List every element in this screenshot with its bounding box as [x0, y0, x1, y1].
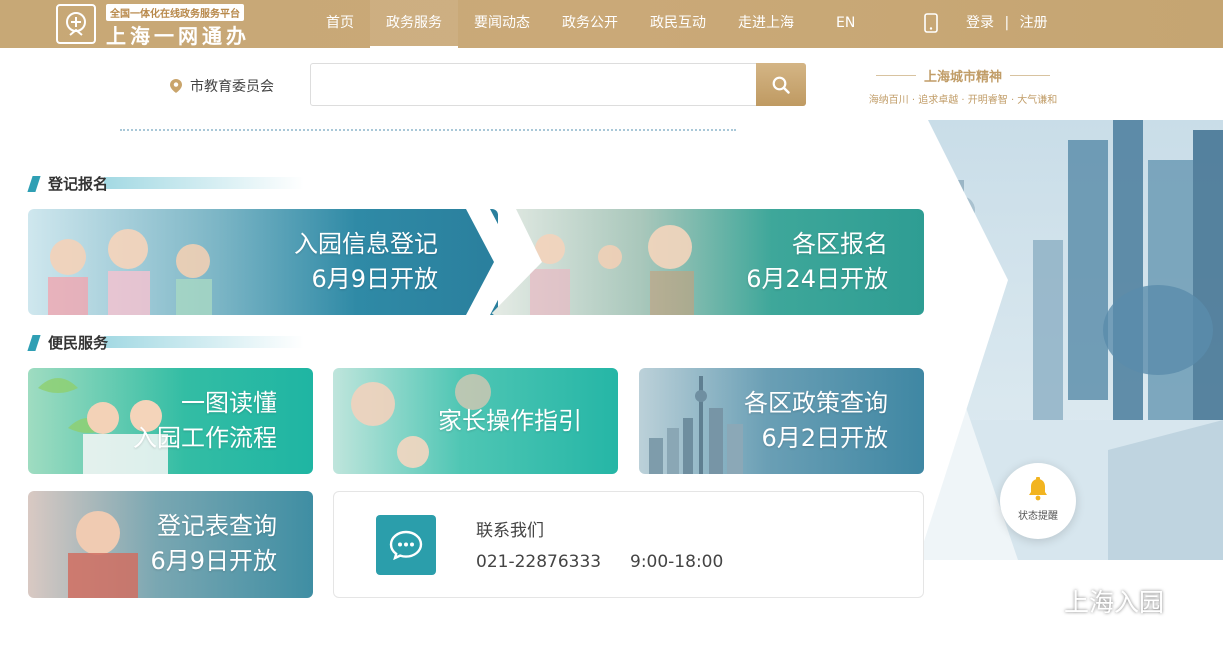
dotted-divider	[120, 129, 736, 131]
contact-label: 联系我们	[476, 521, 544, 541]
search-icon	[772, 76, 790, 94]
nav-gov-open[interactable]: 政务公开	[546, 0, 634, 48]
chat-bubble-icon	[376, 515, 436, 575]
wechat-icon	[1008, 582, 1054, 618]
top-header: 全国一体化在线政务服务平台 上海一网通办 首页 政务服务 要闻动态 政务公开 政…	[0, 0, 1223, 48]
status-reminder-button[interactable]: 状态提醒	[1000, 463, 1076, 539]
form-query-title: 登记表查询	[157, 512, 277, 540]
district-signup-title: 各区报名	[792, 230, 888, 258]
parent-guide-title: 家长操作指引	[438, 407, 582, 435]
district-signup-date: 6月24日开放	[746, 265, 888, 293]
status-reminder-label: 状态提醒	[1018, 511, 1058, 522]
language-switch[interactable]: EN	[836, 0, 855, 46]
city-spirit-title: 上海城市精神	[923, 70, 1002, 85]
platform-tag: 全国一体化在线政务服务平台	[106, 4, 244, 21]
contact-hours: 9:00-18:00	[630, 552, 724, 572]
auth-separator: |	[1004, 15, 1010, 31]
process-guide-title: 一图读懂	[181, 389, 277, 417]
city-spirit-subtitle: 海纳百川 · 追求卓越 · 开明睿智 · 大气谦和	[868, 95, 1058, 106]
city-spirit: 上海城市精神 海纳百川 · 追求卓越 · 开明睿智 · 大气谦和	[856, 66, 1070, 106]
search-input[interactable]	[311, 64, 757, 105]
nav-gov-service[interactable]: 政务服务	[370, 0, 458, 48]
district-policy-card[interactable]: 各区政策查询 6月2日开放	[639, 368, 924, 474]
parent-guide-card[interactable]: 家长操作指引	[333, 368, 618, 474]
nav-shanghai[interactable]: 走进上海	[722, 0, 810, 48]
contact-phone: 021-22876333	[476, 552, 602, 572]
district-signup-card[interactable]: 各区报名 6月24日开放	[490, 209, 924, 315]
watermark: 上海入园	[1006, 582, 1164, 620]
district-policy-title: 各区政策查询	[744, 389, 888, 417]
entry-info-title: 入园信息登记	[294, 230, 438, 258]
contact-card[interactable]: 联系我们 021-22876333 9:00-18:00	[333, 491, 924, 598]
register-link[interactable]: 注册	[1020, 15, 1048, 31]
process-guide-subtitle: 入园工作流程	[133, 424, 277, 452]
district-policy-date: 6月2日开放	[761, 424, 888, 452]
mobile-icon[interactable]	[924, 13, 938, 33]
entry-info-register-card[interactable]: 入园信息登记 6月9日开放	[28, 209, 498, 315]
login-link[interactable]: 登录	[966, 15, 994, 31]
location-label: 市教育委员会	[190, 79, 274, 95]
form-query-card[interactable]: 登记表查询 6月9日开放	[28, 491, 313, 598]
location-pin-icon	[170, 79, 182, 93]
main-nav: 首页 政务服务 要闻动态 政务公开 政民互动 走进上海	[310, 0, 810, 48]
location-selector[interactable]: 市教育委员会	[170, 76, 274, 96]
entry-info-date: 6月9日开放	[311, 265, 438, 293]
auth-links: 登录 | 注册	[966, 0, 1048, 46]
watermark-text: 上海入园	[1064, 588, 1165, 617]
search-button[interactable]	[756, 63, 806, 106]
bell-icon	[1029, 477, 1047, 501]
form-query-date: 6月9日开放	[150, 547, 277, 575]
process-guide-card[interactable]: 一图读懂 入园工作流程	[28, 368, 313, 474]
logo-icon[interactable]	[56, 4, 96, 44]
site-name[interactable]: 上海一网通办	[106, 20, 250, 49]
nav-news[interactable]: 要闻动态	[458, 0, 546, 48]
nav-interaction[interactable]: 政民互动	[634, 0, 722, 48]
section-title-register: 登记报名	[27, 173, 304, 194]
search-box	[310, 63, 806, 106]
section-title-service: 便民服务	[27, 332, 304, 353]
nav-home[interactable]: 首页	[310, 0, 370, 48]
